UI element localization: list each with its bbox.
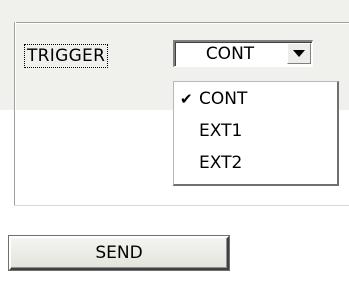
dropdown-option-ext2[interactable]: EXT2	[174, 149, 334, 177]
trigger-label: TRIGGER	[24, 44, 109, 68]
trigger-dropdown-list: ✔ CONT EXT1 EXT2	[173, 81, 339, 186]
option-label: EXT1	[199, 121, 243, 141]
group-frame-left	[14, 22, 16, 206]
option-label: CONT	[199, 89, 248, 109]
option-label: EXT2	[199, 153, 243, 173]
trigger-select[interactable]: CONT	[173, 40, 313, 67]
dropdown-button[interactable]	[287, 43, 311, 64]
dropdown-option-cont[interactable]: ✔ CONT	[174, 85, 334, 113]
trigger-selected-value: CONT	[205, 44, 255, 64]
dropdown-option-ext1[interactable]: EXT1	[174, 117, 334, 145]
group-frame-top	[14, 22, 349, 24]
chevron-down-icon	[293, 50, 305, 57]
send-button[interactable]: SEND	[9, 236, 229, 270]
trigger-panel: TRIGGER CONT ✔ CONT EXT1 EXT2	[0, 0, 349, 206]
checkmark-icon: ✔	[180, 90, 193, 108]
group-frame-bottom	[14, 205, 349, 206]
